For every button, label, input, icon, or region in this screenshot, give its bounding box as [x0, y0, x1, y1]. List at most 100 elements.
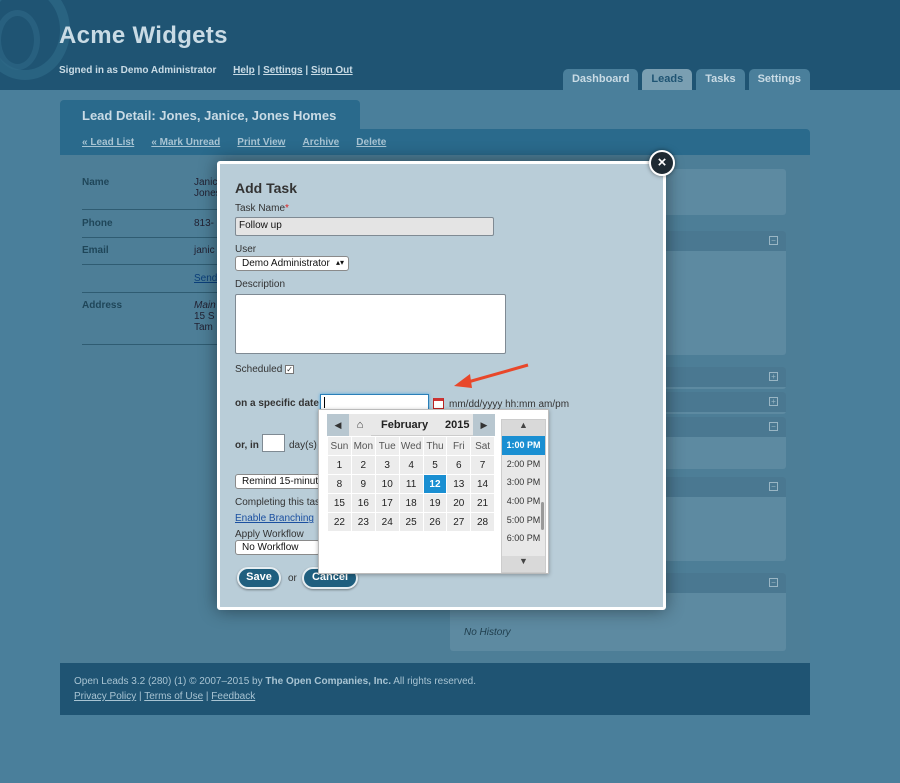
field-label: Email [82, 245, 109, 256]
calendar-day[interactable]: 4 [398, 455, 424, 475]
weekday-header: Wed [398, 436, 424, 456]
calendar-day[interactable]: 20 [446, 493, 472, 513]
collapse-icon[interactable]: − [769, 578, 778, 587]
prev-month-icon[interactable]: ◀ [327, 414, 349, 436]
calendar-week: 8 9 10 11 12 13 14 [327, 474, 495, 494]
calendar-day[interactable]: 5 [422, 455, 448, 475]
or-in-label: or, in [235, 440, 259, 451]
tab-tasks[interactable]: Tasks [696, 69, 745, 90]
app-header: Acme Widgets Signed in as Demo Administr… [0, 0, 900, 90]
archive-link[interactable]: Archive [303, 137, 340, 148]
weekday-header: Sat [470, 436, 495, 456]
lead-list-link[interactable]: « Lead List [82, 137, 134, 148]
next-month-icon[interactable]: ▶ [473, 414, 495, 436]
mark-unread-link[interactable]: « Mark Unread [151, 137, 220, 148]
annotation-arrow-icon [454, 363, 529, 388]
tab-settings[interactable]: Settings [748, 69, 810, 90]
calendar-day[interactable]: 14 [470, 474, 495, 494]
weekday-header: Tue [374, 436, 400, 456]
tab-dashboard[interactable]: Dashboard [562, 69, 639, 90]
weekday-header: Sun [327, 436, 352, 456]
remind-select[interactable]: Remind 15-minut [235, 474, 325, 489]
feedback-link[interactable]: Feedback [211, 691, 255, 702]
expand-icon[interactable]: + [769, 372, 778, 381]
calendar-day[interactable]: 21 [470, 493, 495, 513]
calendar-day[interactable]: 7 [470, 455, 495, 475]
expand-icon[interactable]: + [769, 397, 778, 406]
calendar-day[interactable]: 3 [374, 455, 400, 475]
calendar-day[interactable]: 19 [422, 493, 448, 513]
time-option[interactable]: 6:00 PM [502, 529, 545, 548]
home-icon[interactable]: ⌂ [349, 414, 371, 436]
calendar-day[interactable]: 18 [398, 493, 424, 513]
calendar-day[interactable]: 25 [398, 512, 424, 532]
calendar-week: 1234567 [327, 455, 495, 475]
scroll-down-icon[interactable]: ▼ [502, 556, 545, 572]
time-option[interactable]: 4:00 PM [502, 492, 545, 511]
completing-text: Completing this tas [235, 497, 321, 508]
apply-workflow-label: Apply Workflow [235, 529, 304, 540]
help-link[interactable]: Help [233, 65, 255, 76]
calendar-day[interactable]: 1 [327, 455, 352, 475]
calendar-day[interactable]: 13 [446, 474, 472, 494]
lead-detail-title: Lead Detail: Jones, Janice, Jones Homes [60, 100, 360, 130]
tab-leads[interactable]: Leads [642, 69, 693, 90]
enable-branching-link[interactable]: Enable Branching [235, 513, 314, 524]
calendar-day[interactable]: 8 [327, 474, 352, 494]
close-icon[interactable]: × [649, 150, 675, 176]
field-label: Address [82, 300, 123, 311]
calendar-day[interactable]: 24 [374, 512, 400, 532]
save-button[interactable]: Save [237, 567, 281, 589]
footer: Open Leads 3.2 (280) (1) © 2007–2015 by … [60, 663, 810, 715]
task-name-input[interactable]: Follow up [235, 217, 494, 236]
calendar-month: February [381, 419, 429, 431]
calendar-day[interactable]: 26 [422, 512, 448, 532]
sign-out-link[interactable]: Sign Out [311, 65, 353, 76]
settings-link[interactable]: Settings [263, 65, 302, 76]
weekday-header: Mon [350, 436, 376, 456]
collapse-icon[interactable]: − [769, 482, 778, 491]
calendar-day[interactable]: 27 [446, 512, 472, 532]
calendar-header: ◀ ⌂ February 2015 ▶ [327, 414, 495, 436]
print-view-link[interactable]: Print View [237, 137, 285, 148]
calendar-day[interactable]: 10 [374, 474, 400, 494]
calendar-day[interactable]: 12 [422, 474, 448, 494]
calendar-day[interactable]: 28 [470, 512, 495, 532]
scheduled-checkbox[interactable]: ✓ [285, 364, 295, 374]
calendar-day[interactable]: 6 [446, 455, 472, 475]
calendar-day[interactable]: 15 [327, 493, 352, 513]
workflow-select[interactable]: No Workflow [235, 540, 320, 555]
footer-links: Privacy Policy | Terms of Use | Feedback [74, 691, 256, 702]
time-option[interactable]: 1:00 PM [502, 436, 545, 455]
description-textarea[interactable] [235, 294, 506, 354]
calendar-week: 15 16 17 18 19 20 21 [327, 493, 495, 513]
time-option[interactable]: 3:00 PM [502, 473, 545, 492]
collapse-icon[interactable]: − [769, 236, 778, 245]
calendar-icon[interactable] [433, 398, 444, 409]
scroll-up-icon[interactable]: ▲ [502, 420, 545, 436]
no-history-text: No History [452, 621, 782, 645]
time-option[interactable]: 5:00 PM [502, 511, 545, 530]
main-nav: Dashboard Leads Tasks Settings [562, 69, 810, 90]
calendar-day[interactable]: 23 [350, 512, 376, 532]
calendar-day[interactable]: 16 [350, 493, 376, 513]
delete-link[interactable]: Delete [356, 137, 386, 148]
calendar-day[interactable]: 2 [350, 455, 376, 475]
user-label: User [235, 244, 257, 255]
calendar-day[interactable]: 11 [398, 474, 424, 494]
modal-title: Add Task [235, 180, 297, 196]
send-link[interactable]: Send [194, 273, 217, 284]
user-select[interactable]: Demo Administrator ▴▾ [235, 256, 349, 271]
days-input[interactable] [262, 434, 285, 452]
calendar-day[interactable]: 9 [350, 474, 376, 494]
select-arrow-icon: ▴▾ [335, 258, 344, 267]
time-scrollbar[interactable] [541, 502, 544, 530]
privacy-policy-link[interactable]: Privacy Policy [74, 691, 136, 702]
terms-of-use-link[interactable]: Terms of Use [144, 691, 203, 702]
collapse-icon[interactable]: − [769, 422, 778, 431]
time-option[interactable]: 2:00 PM [502, 455, 545, 474]
field-value: 813- [194, 218, 215, 229]
description-label: Description [235, 279, 286, 290]
calendar-day[interactable]: 17 [374, 493, 400, 513]
calendar-day[interactable]: 22 [327, 512, 352, 532]
